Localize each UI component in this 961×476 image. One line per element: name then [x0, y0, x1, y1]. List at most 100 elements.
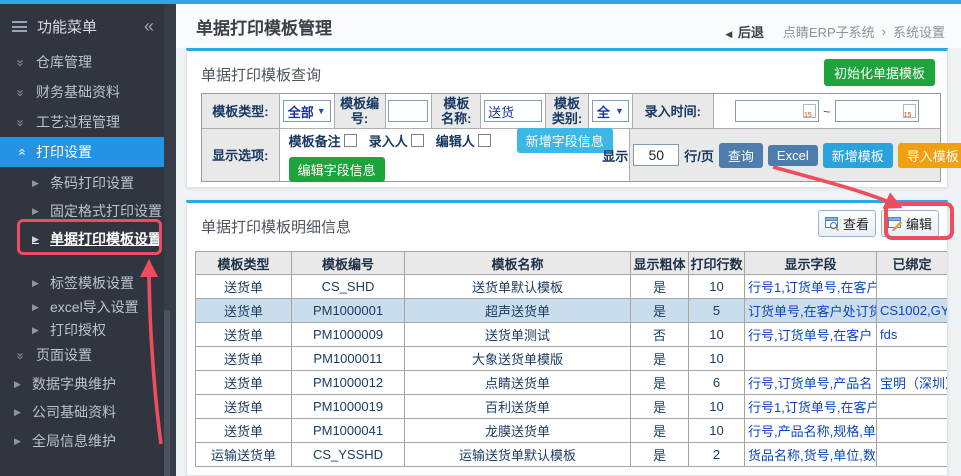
table-cell: 10 [689, 323, 745, 347]
calendar-icon[interactable]: 15 [803, 104, 816, 118]
sidebar-item[interactable]: ▶ 条码打印设置 [0, 169, 176, 197]
init-template-button[interactable]: 初始化单据模板 [824, 59, 935, 86]
view-icon [825, 217, 840, 231]
table-cell: 5 [689, 299, 745, 323]
table-cell: 行号1,订货单号,在客户 [745, 275, 877, 299]
table-cell: 送货单测试 [405, 323, 631, 347]
sidebar-item-label: 工艺过程管理 [36, 112, 120, 132]
sidebar-header: 功能菜单 « [12, 16, 164, 37]
table-cell: 否 [631, 323, 689, 347]
triangle-icon: ▶ [32, 278, 42, 289]
table-cell: 大象送货单模版 [405, 347, 631, 371]
sidebar-item-label: 打印授权 [50, 320, 106, 340]
breadcrumb: ◀ 后退 点睛ERP子系统 › 系统设置 [725, 22, 945, 41]
table-cell: 百利送货单 [405, 395, 631, 419]
sidebar-item[interactable]: ▶数据字典维护 [0, 370, 176, 398]
table-cell: 货品名称,货号,单位,数 [745, 443, 877, 467]
table-cell: 送货单 [196, 419, 292, 443]
sidebar-item-label: excel导入设置 [50, 297, 139, 317]
chevrons-icon: » [14, 115, 29, 129]
option-checkbox-label: 模板备注 [289, 131, 341, 150]
sidebar-item[interactable]: ▶打印授权 [0, 316, 176, 344]
rows-display-label: 显示 [602, 146, 628, 165]
query-form: 模板类型: 全部▼ 模板编号: 模板名称: 模板类别: 全▼ 录入时间: [201, 93, 941, 182]
table-cell: 送货单 [196, 371, 292, 395]
option-checkbox[interactable] [411, 134, 424, 147]
table-cell: 是 [631, 299, 689, 323]
option-checkbox[interactable] [478, 134, 491, 147]
table-row[interactable]: 送货单PM1000011大象送货单模版是10 [196, 347, 948, 371]
breadcrumb-subsystem[interactable]: 点睛ERP子系统 [783, 22, 875, 41]
table-row[interactable]: 送货单PM1000012点睛送货单是6行号,订货单号,产品名宝明（深圳） [196, 371, 948, 395]
triangle-icon: ▶ [32, 178, 42, 189]
table-cell: CS_YSSHD [292, 443, 405, 467]
table-header-row: 模板类型模板编号模板名称显示粗体打印行数显示字段已绑定 [196, 252, 948, 275]
sidebar-collapse-icon[interactable]: « [144, 16, 154, 37]
template-name-input[interactable] [484, 100, 542, 122]
sidebar-scrollbar-thumb[interactable] [164, 310, 170, 476]
option-checkbox-label: 编辑人 [436, 131, 475, 150]
table-cell: 宝明（深圳） [877, 371, 948, 395]
edit-field-info-button[interactable]: 编辑字段信息 [289, 157, 385, 182]
sidebar-scrollbar-track [164, 4, 176, 476]
screen: 功能菜单 « »仓库管理»财务基础资料»工艺过程管理»打印设置▶条码打印设置▶固… [0, 0, 961, 476]
table-cell [877, 347, 948, 371]
table-row[interactable]: 送货单CS_SHD送货单默认模板是10行号1,订货单号,在客户 [196, 275, 948, 299]
option-checkbox-group: 编辑人 [436, 131, 491, 150]
sidebar-item-label: 页面设置 [36, 345, 92, 365]
sidebar-item[interactable]: ▶全局信息维护 [0, 427, 176, 455]
sidebar-item-label: 单据打印模板设置 [50, 229, 162, 249]
excel-button[interactable]: Excel [768, 145, 818, 166]
sidebar-item[interactable]: »财务基础资料 [0, 78, 176, 106]
table-row[interactable]: 送货单PM1000041龙膜送货单是10行号,产品名称,规格,单 [196, 419, 948, 443]
template-no-label: 模板编号: [335, 94, 386, 129]
template-category-select[interactable]: 全▼ [592, 100, 629, 122]
sidebar-item-label: 标签模板设置 [50, 273, 134, 293]
triangle-icon: ▶ [14, 379, 24, 390]
sidebar-item-label: 固定格式打印设置 [50, 201, 162, 221]
calendar-icon[interactable]: 15 [903, 104, 916, 118]
table-cell [745, 347, 877, 371]
table-row[interactable]: 送货单PM1000009送货单测试否10行号,订货单号,在客户fds [196, 323, 948, 347]
table-cell: 行号1,订货单号,在客户 [745, 395, 877, 419]
breadcrumb-current[interactable]: 系统设置 [893, 22, 945, 41]
sidebar-item[interactable]: ▶固定格式打印设置 [0, 197, 176, 225]
view-button[interactable]: 查看 [818, 210, 876, 237]
table-cell: 是 [631, 443, 689, 467]
entry-time-to: 15 [835, 100, 919, 122]
template-type-label: 模板类型: [202, 94, 280, 129]
table-cell: 10 [689, 419, 745, 443]
option-checkbox-group: 录入人 [369, 131, 424, 150]
table-cell: 运输送货单 [196, 443, 292, 467]
table-cell: 行号,订货单号,产品名 [745, 371, 877, 395]
table-cell: 送货单 [196, 275, 292, 299]
query-button[interactable]: 查询 [719, 143, 763, 168]
add-field-info-button[interactable]: 新增字段信息 [517, 128, 613, 153]
option-checkbox[interactable] [344, 134, 357, 147]
table-row[interactable]: 运输送货单CS_YSSHD运输送货单默认模板是2货品名称,货号,单位,数 [196, 443, 948, 467]
option-checkboxes: 模板备注 录入人编辑人 [289, 131, 503, 150]
table-row[interactable]: 送货单PM1000019百利送货单是10行号1,订货单号,在客户 [196, 395, 948, 419]
sidebar-item[interactable]: ▶ 单据打印模板设置 [0, 225, 176, 253]
sidebar-item[interactable]: »仓库管理 [0, 48, 176, 76]
sidebar-item[interactable]: »页面设置 [0, 341, 176, 369]
sidebar-item[interactable]: » 工艺过程管理 [0, 108, 176, 136]
template-type-select[interactable]: 全部▼ [283, 100, 331, 122]
table-cell [877, 275, 948, 299]
import-template-button[interactable]: 导入模板 [898, 143, 961, 168]
table-row[interactable]: 送货单PM1000001超声送货单是5订货单号,在客户处订货CS1002,GYS [196, 299, 948, 323]
rows-per-page-input[interactable] [633, 144, 679, 166]
table-cell: 2 [689, 443, 745, 467]
sidebar-item[interactable]: ▶公司基础资料 [0, 398, 176, 426]
edit-button[interactable]: 编辑 [881, 210, 939, 237]
sidebar-item[interactable]: »打印设置 [0, 137, 176, 167]
table-cell: 6 [689, 371, 745, 395]
back-button[interactable]: ◀ 后退 [725, 22, 764, 41]
table-cell: 送货单 [196, 323, 292, 347]
table-cell: 10 [689, 395, 745, 419]
sidebar-item-label: 条码打印设置 [50, 173, 134, 193]
new-template-button[interactable]: 新增模板 [823, 143, 893, 168]
triangle-icon: ▶ [32, 234, 42, 245]
triangle-icon: ▶ [32, 302, 42, 313]
template-no-input[interactable] [388, 100, 428, 122]
